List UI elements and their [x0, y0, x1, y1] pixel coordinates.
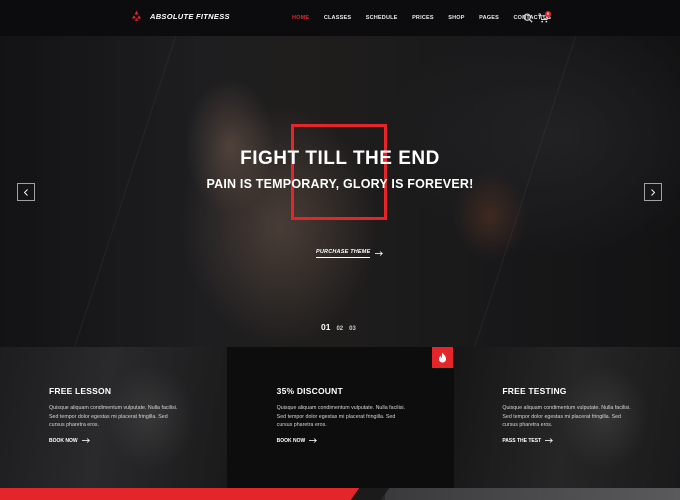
purchase-theme-button[interactable]: PURCHASE THEME — [316, 249, 384, 258]
nav-item-schedule[interactable]: SCHEDULE — [366, 0, 398, 36]
arrow-right-icon — [81, 438, 90, 443]
slider-pagination: 01 02 03 — [321, 322, 356, 332]
feature-title: FREE LESSON — [49, 386, 112, 396]
arrow-right-icon — [309, 438, 318, 443]
divider-slant — [350, 488, 390, 500]
chevron-right-icon — [651, 188, 656, 196]
feature-card: 35% DISCOUNT Quisque aliquam condimentum… — [226, 347, 455, 488]
hero-title: FIGHT TILL THE END — [240, 148, 440, 169]
hero-slider: FIGHT TILL THE END PAIN IS TEMPORARY, GL… — [0, 36, 680, 347]
site-header: ABSOLUTE FITNESS HOME CLASSES SCHEDULE P… — [0, 0, 680, 36]
feature-title: 35% DISCOUNT — [276, 386, 343, 396]
nav-item-home[interactable]: HOME — [292, 0, 309, 36]
cart-count-badge: 0 — [545, 11, 551, 17]
next-section-preview — [0, 488, 680, 500]
arrow-right-icon — [545, 438, 554, 443]
nav-item-shop[interactable]: SHOP — [448, 0, 464, 36]
purchase-theme-label: PURCHASE THEME — [316, 249, 371, 258]
slide-dot-03[interactable]: 03 — [349, 326, 356, 332]
arrow-right-icon — [375, 251, 384, 256]
feature-text: Quisque aliquam condimentum vulputate. N… — [502, 405, 631, 428]
chevron-left-icon — [23, 188, 28, 196]
feature-link-label: BOOK NOW — [49, 437, 78, 444]
feature-text: Quisque aliquam condimentum vulputate. N… — [276, 405, 406, 428]
hero-subtitle: PAIN IS TEMPORARY, GLORY IS FOREVER! — [206, 177, 474, 191]
book-now-link[interactable]: BOOK NOW — [49, 438, 227, 444]
logo[interactable]: ABSOLUTE FITNESS — [130, 10, 230, 23]
slider-next-button[interactable] — [644, 183, 662, 201]
brand-name: ABSOLUTE FITNESS — [150, 12, 230, 21]
hero-red-frame — [291, 124, 387, 220]
logo-icon — [131, 10, 142, 22]
nav-item-pages[interactable]: PAGES — [479, 0, 499, 36]
nav-item-classes[interactable]: CLASSES — [324, 0, 351, 36]
feature-link-label: PASS THE TEST — [502, 437, 542, 444]
search-icon[interactable] — [523, 13, 533, 23]
fire-badge — [432, 347, 453, 368]
features-section: FREE LESSON Quisque aliquam condimentum … — [0, 347, 680, 488]
pass-the-test-link[interactable]: PASS THE TEST — [502, 438, 680, 444]
feature-text: Quisque aliquam condimentum vulputate. N… — [49, 405, 178, 428]
feature-card: FREE LESSON Quisque aliquam condimentum … — [0, 347, 227, 488]
slide-dot-02[interactable]: 02 — [336, 326, 343, 332]
slide-dot-01[interactable]: 01 — [321, 322, 330, 332]
feature-link-label: BOOK NOW — [276, 437, 306, 444]
book-now-link[interactable]: BOOK NOW — [277, 438, 455, 444]
image-strip — [385, 488, 680, 500]
feature-title: FREE TESTING — [502, 386, 567, 396]
feature-card: FREE TESTING Quisque aliquam condimentum… — [454, 347, 680, 488]
nav-item-prices[interactable]: PRICES — [412, 0, 434, 36]
fire-icon — [439, 352, 446, 363]
red-band — [0, 488, 370, 500]
slider-prev-button[interactable] — [17, 183, 35, 201]
